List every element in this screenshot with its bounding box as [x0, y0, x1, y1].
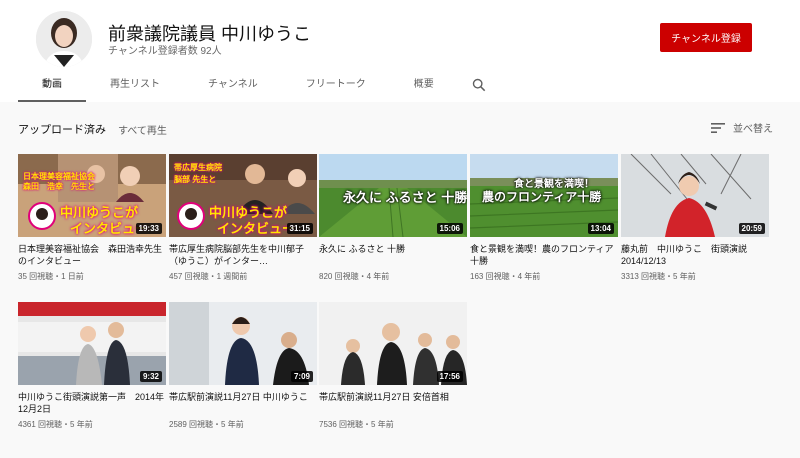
- video-thumbnail[interactable]: 7:09: [169, 302, 317, 385]
- video-card[interactable]: 帯広厚生病院 脳部 先生と 中川ゆうこが インタビュー 31:15 帯広厚生病院…: [169, 154, 317, 282]
- video-title[interactable]: 日本理美容福祉協会 森田浩幸先生のインタビュー: [18, 243, 166, 267]
- video-thumbnail[interactable]: 帯広厚生病院 脳部 先生と 中川ゆうこが インタビュー 31:15: [169, 154, 317, 237]
- tab-videos[interactable]: 動画: [18, 74, 86, 102]
- video-duration: 19:33: [135, 223, 162, 234]
- subscriber-count: チャンネル登録者数 92人: [108, 46, 222, 57]
- video-card[interactable]: 17:56 帯広駅前演説11月27日 安倍首相 7536 回視聴・5 年前: [319, 302, 467, 430]
- thumbnail-caption: 農のフロンティア十勝: [482, 190, 602, 204]
- thumbnail-caption: 永久に ふるさと 十勝: [343, 190, 467, 205]
- sort-label: 並べ替え: [733, 124, 773, 135]
- video-thumbnail[interactable]: 9:32: [18, 302, 166, 385]
- video-meta: 4361 回視聴・5 年前: [18, 420, 93, 429]
- video-meta: 163 回視聴・4 年前: [470, 272, 541, 281]
- video-duration: 31:15: [286, 223, 313, 234]
- tab-channels[interactable]: チャンネル: [184, 74, 282, 102]
- video-thumbnail[interactable]: 食と景観を満喫！ 農のフロンティア十勝 13:04: [470, 154, 618, 237]
- video-thumbnail[interactable]: 20:59: [621, 154, 769, 237]
- video-card[interactable]: 20:59 藤丸前 中川ゆうこ 街頭演説 2014/12/13 3313 回視聴…: [621, 154, 769, 282]
- video-card[interactable]: 永久に ふるさと 十勝 15:06 永久に ふるさと 十勝 820 回視聴・4 …: [319, 154, 467, 282]
- subscribe-button[interactable]: チャンネル登録: [660, 23, 752, 52]
- channel-search-button[interactable]: [458, 74, 500, 102]
- video-duration: 7:09: [290, 371, 313, 382]
- sort-icon: [711, 122, 725, 133]
- video-meta: 2589 回視聴・5 年前: [169, 420, 244, 429]
- video-card[interactable]: 9:32 中川ゆうこ街頭演説第一声 2014年12月2日 4361 回視聴・5 …: [18, 302, 166, 430]
- video-title[interactable]: 帯広駅前演説11月27日 中川ゆうこ: [169, 391, 317, 415]
- channel-tabs: 動画 再生リスト チャンネル フリートーク 概要: [18, 74, 500, 102]
- thumbnail-caption: インタビュー: [217, 221, 296, 236]
- video-duration: 15:06: [436, 223, 463, 234]
- video-title[interactable]: 帯広駅前演説11月27日 安倍首相: [319, 391, 467, 415]
- thumbnail-caption: 帯広厚生病院: [174, 163, 222, 172]
- video-title[interactable]: 藤丸前 中川ゆうこ 街頭演説 2014/12/13: [621, 243, 769, 267]
- video-meta: 7536 回視聴・5 年前: [319, 420, 394, 429]
- tab-playlists[interactable]: 再生リスト: [86, 74, 184, 102]
- video-duration: 17:56: [436, 371, 463, 382]
- video-meta: 3313 回視聴・5 年前: [621, 272, 696, 281]
- video-meta: 35 回視聴・1 日前: [18, 272, 84, 281]
- video-card[interactable]: 食と景観を満喫！ 農のフロンティア十勝 13:04 食と景観を満喫！農のフロンテ…: [470, 154, 618, 282]
- video-card[interactable]: 日本理美容福祉協会 森田 浩幸 先生と 中川ゆうこが インタビュー 19:33 …: [18, 154, 166, 282]
- thumbnail-caption: 脳部 先生と: [174, 175, 217, 184]
- video-duration: 20:59: [738, 223, 765, 234]
- video-thumbnail[interactable]: 日本理美容福祉協会 森田 浩幸 先生と 中川ゆうこが インタビュー 19:33: [18, 154, 166, 237]
- section-title[interactable]: アップロード済み: [18, 121, 106, 137]
- video-card[interactable]: 7:09 帯広駅前演説11月27日 中川ゆうこ 2589 回視聴・5 年前: [169, 302, 317, 430]
- video-duration: 13:04: [587, 223, 614, 234]
- channel-header: 前衆議院議員 中川ゆうこ チャンネル登録者数 92人 チャンネル登録 動画 再生…: [0, 0, 800, 102]
- tab-about[interactable]: 概要: [390, 74, 458, 102]
- video-duration: 9:32: [139, 371, 162, 382]
- video-title[interactable]: 永久に ふるさと 十勝: [319, 243, 467, 267]
- video-meta: 457 回視聴・1 週間前: [169, 272, 248, 281]
- video-meta: 820 回視聴・4 年前: [319, 272, 390, 281]
- video-thumbnail[interactable]: 永久に ふるさと 十勝 15:06: [319, 154, 467, 237]
- channel-avatar[interactable]: [36, 11, 92, 67]
- play-all-link[interactable]: すべて再生: [118, 122, 167, 137]
- video-thumbnail[interactable]: 17:56: [319, 302, 467, 385]
- thumbnail-caption: 森田 浩幸 先生と: [23, 182, 95, 191]
- tab-free-talk[interactable]: フリートーク: [282, 74, 390, 102]
- video-title[interactable]: 食と景観を満喫！農のフロンティア十勝: [470, 243, 618, 267]
- video-title[interactable]: 帯広厚生病院脳部先生を中川郁子（ゆうこ）がインター…: [169, 243, 317, 267]
- search-icon: [472, 78, 485, 92]
- video-title[interactable]: 中川ゆうこ街頭演説第一声 2014年12月2日: [18, 391, 166, 415]
- sort-button[interactable]: 並べ替え: [711, 120, 773, 135]
